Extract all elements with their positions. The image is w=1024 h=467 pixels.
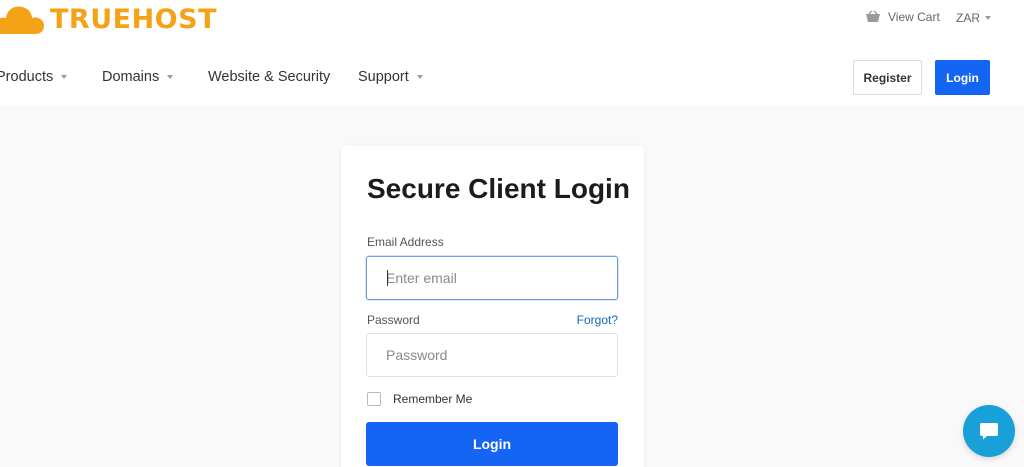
- view-cart-link[interactable]: View Cart: [865, 10, 940, 24]
- nav-item-products[interactable]: Products: [0, 69, 68, 85]
- remember-me-option[interactable]: Remember Me: [367, 392, 472, 406]
- brand-logo[interactable]: TRUEHOST: [0, 2, 217, 36]
- chevron-down-icon: [985, 16, 991, 20]
- nav-item-label: Domains: [102, 69, 160, 85]
- nav-item-support[interactable]: Support: [358, 69, 423, 85]
- nav-item-website-security[interactable]: Website & Security: [208, 69, 330, 85]
- nav-item-domains[interactable]: Domains: [102, 69, 174, 85]
- forgot-password-link[interactable]: Forgot?: [577, 313, 618, 327]
- basket-icon: [866, 10, 880, 22]
- register-button[interactable]: Register: [853, 60, 922, 95]
- chevron-down-icon: [416, 75, 423, 79]
- remember-me-label: Remember Me: [393, 392, 473, 406]
- header-login-button[interactable]: Login: [935, 60, 990, 95]
- nav-item-label: Support: [358, 69, 409, 85]
- currency-selector[interactable]: ZAR: [956, 11, 991, 25]
- login-card: Secure Client Login Email Address Passwo…: [341, 146, 644, 467]
- password-field[interactable]: [366, 333, 618, 377]
- main-navbar: Products Domains Website & Security Supp…: [0, 48, 1024, 106]
- chat-bubble-icon: [980, 423, 998, 440]
- nav-item-label: Website & Security: [208, 69, 331, 85]
- password-label: Password: [367, 313, 420, 327]
- top-bar: TRUEHOST View Cart ZAR: [0, 0, 1024, 40]
- login-submit-button[interactable]: Login: [366, 422, 618, 466]
- text-cursor: [387, 270, 388, 286]
- email-field[interactable]: [366, 256, 618, 300]
- page-title: Secure Client Login: [367, 173, 630, 204]
- currency-label: ZAR: [956, 11, 980, 25]
- cloud-icon: [0, 6, 44, 34]
- email-label: Email Address: [367, 235, 444, 249]
- view-cart-label: View Cart: [888, 10, 940, 24]
- chevron-down-icon: [167, 75, 174, 79]
- chevron-down-icon: [61, 75, 68, 79]
- brand-name: TRUEHOST: [50, 3, 217, 35]
- chat-widget-button[interactable]: [963, 405, 1015, 457]
- remember-me-checkbox[interactable]: [367, 392, 381, 406]
- nav-item-label: Products: [0, 69, 54, 85]
